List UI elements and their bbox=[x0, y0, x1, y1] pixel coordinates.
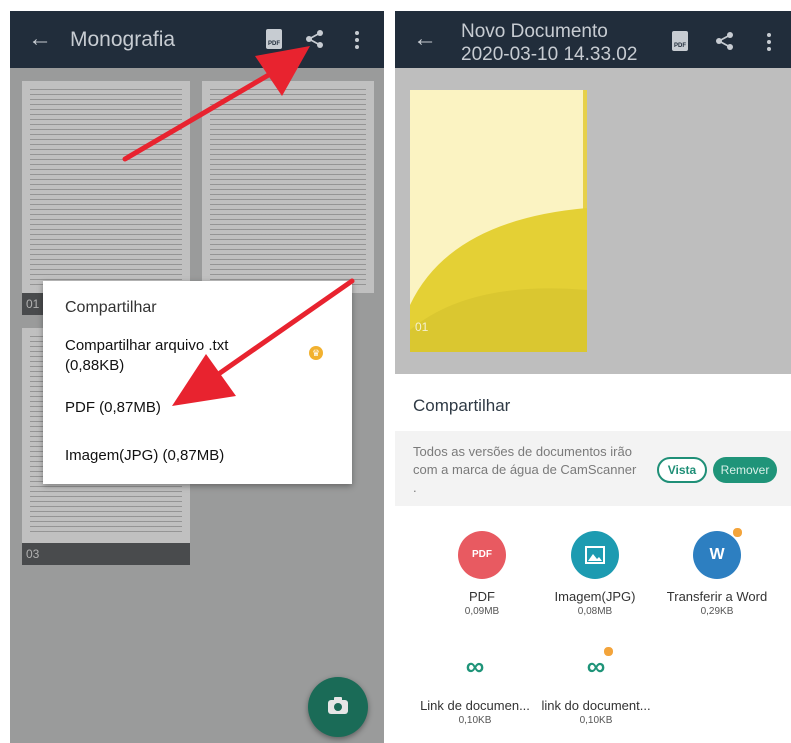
item-label: Link de documen... bbox=[420, 698, 530, 713]
document-link-item[interactable]: ∞ Link de documen... 0,10KB bbox=[415, 642, 535, 726]
item-size: 0,29KB bbox=[700, 606, 734, 617]
premium-dot-icon bbox=[603, 646, 614, 657]
red-arrow-annotation bbox=[122, 46, 355, 406]
pdf-icon: PDF bbox=[458, 531, 506, 579]
premium-dot-icon bbox=[732, 527, 743, 538]
link-lock-icon: ∞ bbox=[572, 642, 620, 690]
more-menu-icon[interactable] bbox=[767, 33, 771, 54]
left-screenshot: ← Monografia PDF 01 03 Compartilhar Comp… bbox=[10, 11, 384, 743]
top-app-bar: ← Novo Documento 2020-03-10 14.33.02 PDF bbox=[395, 11, 791, 68]
vista-button[interactable]: Vista bbox=[657, 457, 707, 483]
document-title: Novo Documento 2020-03-10 14.33.02 bbox=[461, 20, 637, 66]
watermark-notice: Todos as versões de documentos irão com … bbox=[395, 431, 791, 506]
back-arrow-icon[interactable]: ← bbox=[413, 25, 437, 53]
item-label: link do document... bbox=[541, 698, 651, 713]
remover-button[interactable]: Remover bbox=[713, 457, 777, 483]
title-timestamp: 2020-03-10 14.33.02 bbox=[461, 44, 638, 65]
item-size: 0,10KB bbox=[579, 715, 613, 726]
right-screenshot: ← Novo Documento 2020-03-10 14.33.02 PDF… bbox=[395, 11, 791, 743]
document-image bbox=[410, 90, 587, 352]
item-size: 0,09MB bbox=[464, 606, 500, 617]
item-label: PDF bbox=[469, 589, 495, 604]
share-bottom-sheet: Compartilhar Todos as versões de documen… bbox=[395, 374, 791, 743]
title-line: Novo Documento bbox=[461, 21, 608, 42]
image-icon bbox=[571, 531, 619, 579]
document-link-lock-item[interactable]: ∞ link do document... 0,10KB bbox=[536, 642, 656, 726]
item-label: Transferir a Word bbox=[666, 589, 768, 604]
sheet-title: Compartilhar bbox=[413, 396, 511, 415]
link-icon: ∞ bbox=[465, 651, 485, 681]
notice-text: Todos as versões de documentos irão com … bbox=[413, 444, 637, 495]
share-pdf-item[interactable]: PDF PDF 0,09MB bbox=[422, 531, 542, 617]
word-icon: W bbox=[693, 527, 743, 579]
item-size: 0,08MB bbox=[577, 606, 613, 617]
item-label: Imagem(JPG) bbox=[554, 589, 636, 604]
page-thumbnail[interactable]: 01 bbox=[410, 90, 587, 352]
page-number-label: 01 bbox=[415, 320, 429, 334]
share-image-item[interactable]: Imagem(JPG) 0,08MB bbox=[535, 531, 655, 617]
page-preview-area: 01 bbox=[395, 68, 791, 374]
transfer-word-item[interactable]: W Transferir a Word 0,29KB bbox=[657, 527, 777, 617]
item-size: 0,10KB bbox=[458, 715, 492, 726]
share-icon[interactable] bbox=[715, 31, 735, 51]
pdf-export-icon[interactable]: PDF bbox=[672, 31, 688, 51]
